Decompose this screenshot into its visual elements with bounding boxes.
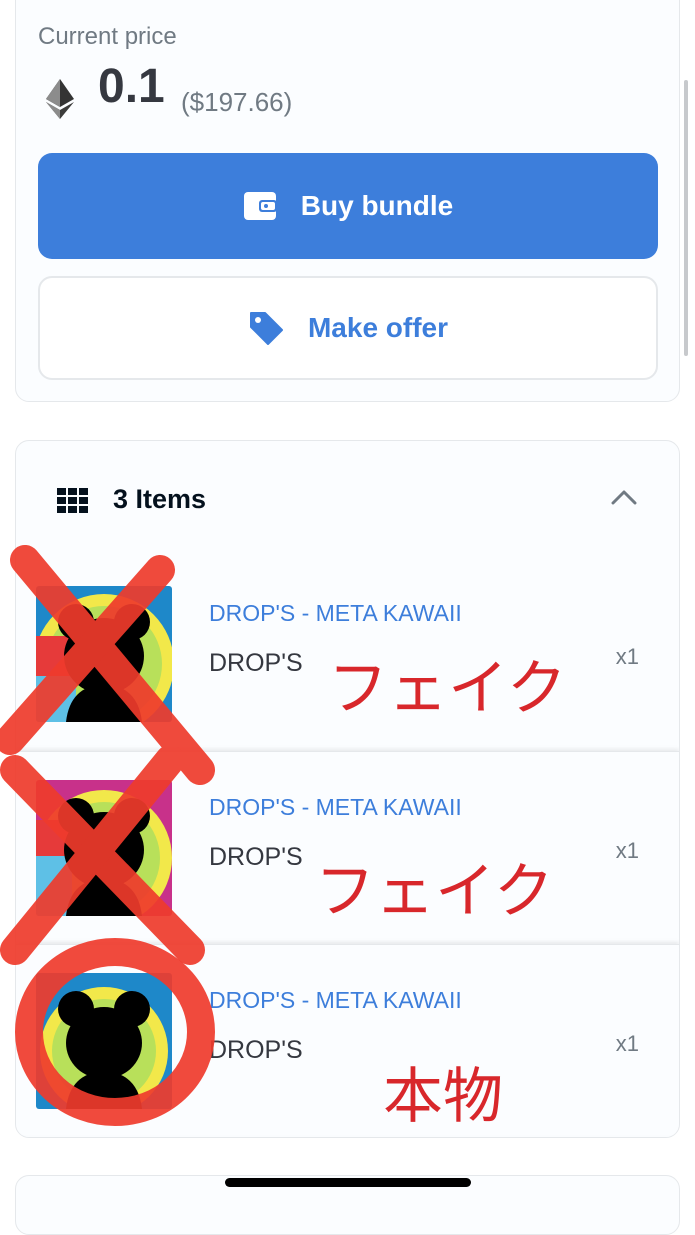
items-card: 3 Items DROP'S - META KAWAII DROP'S x1 D… [15, 440, 680, 1138]
items-header[interactable]: 3 Items [16, 441, 679, 559]
item-name: DROP'S [209, 649, 303, 677]
item-name: DROP'S [209, 843, 303, 871]
items-title: 3 Items [113, 484, 207, 514]
make-offer-button[interactable]: Make offer [38, 276, 658, 380]
list-item[interactable]: DROP'S - META KAWAII DROP'S x1 [16, 558, 679, 748]
nft-thumbnail[interactable] [36, 780, 172, 916]
make-offer-label: Make offer [307, 312, 449, 343]
item-name: DROP'S [209, 1036, 303, 1064]
list-item[interactable]: DROP'S - META KAWAII DROP'S x1 [16, 751, 679, 942]
wallet-icon [243, 192, 277, 220]
price-value: 0.1 [98, 60, 165, 113]
tag-icon [249, 312, 283, 345]
nft-thumbnail[interactable] [36, 586, 172, 722]
list-item[interactable]: DROP'S - META KAWAII DROP'S x1 [16, 944, 679, 1135]
buy-bundle-button[interactable]: Buy bundle [38, 153, 658, 259]
home-indicator[interactable] [225, 1178, 471, 1187]
nft-thumbnail[interactable] [36, 973, 172, 1109]
chevron-up-icon[interactable] [611, 489, 637, 505]
item-quantity: x1 [615, 1031, 639, 1056]
item-quantity: x1 [615, 838, 639, 863]
price-usd: ($197.66) [181, 87, 293, 117]
item-quantity: x1 [615, 644, 639, 669]
scrollbar[interactable] [684, 80, 688, 356]
price-label: Current price [38, 23, 177, 50]
price-card: Current price 0.1 ($197.66) Buy bundle M… [15, 0, 680, 402]
ethereum-icon [46, 79, 74, 119]
collection-name[interactable]: DROP'S - META KAWAII [209, 794, 462, 821]
grid-icon [57, 488, 88, 513]
collection-name[interactable]: DROP'S - META KAWAII [209, 600, 462, 627]
buy-bundle-label: Buy bundle [300, 190, 454, 221]
collection-name[interactable]: DROP'S - META KAWAII [209, 987, 462, 1014]
